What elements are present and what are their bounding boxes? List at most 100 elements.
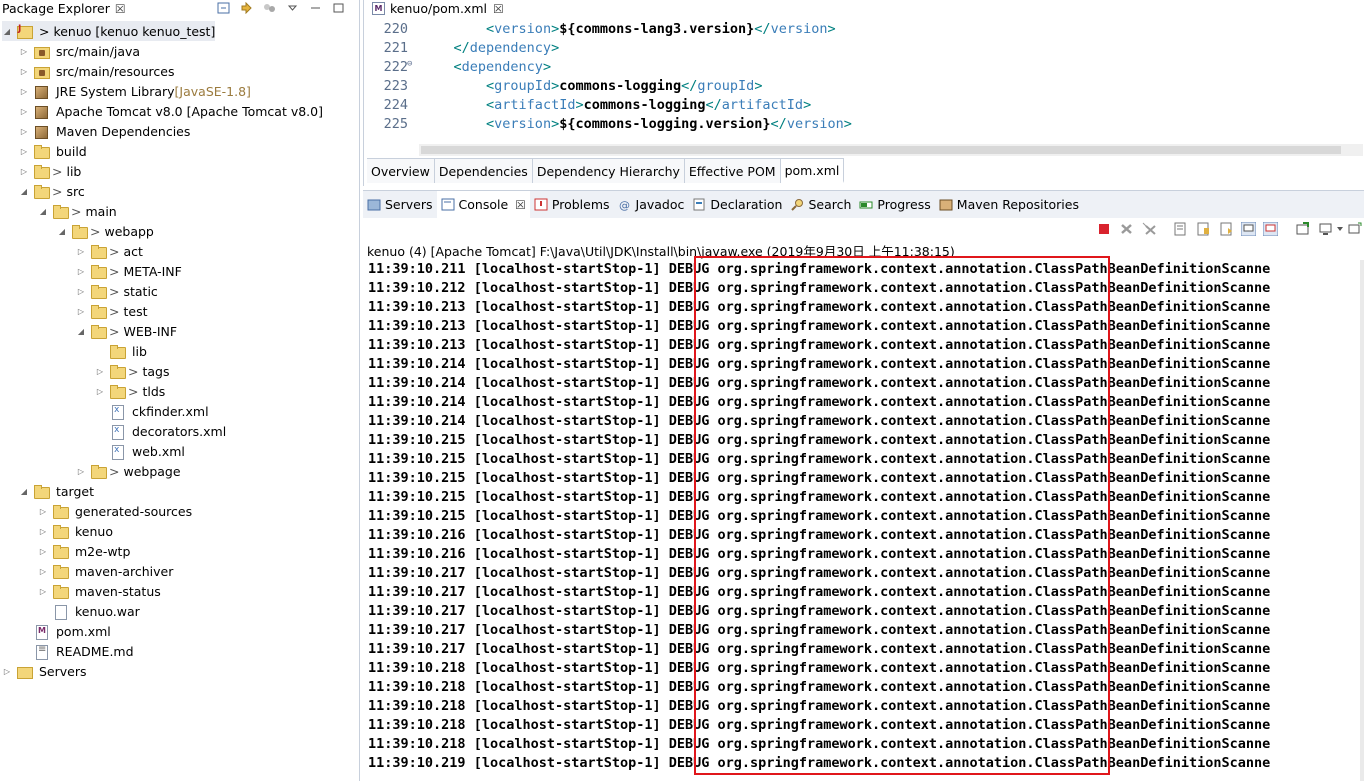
tab-maven-repositories[interactable]: Maven Repositories [935, 191, 1083, 218]
collapsed-arrow-icon[interactable]: ▷ [19, 47, 29, 56]
tree-item[interactable]: ckfinder.xml [95, 401, 209, 421]
tree-item[interactable]: README.md [19, 641, 134, 661]
terminate-icon[interactable] [1097, 222, 1112, 236]
tree-item[interactable]: ◢ > main [38, 201, 117, 221]
tree-item[interactable]: ▷ src/main/resources [19, 61, 174, 81]
tree-item[interactable]: ▷ Apache Tomcat v8.0 [Apache Tomcat v8.0] [19, 101, 323, 121]
word-wrap-icon[interactable] [1219, 222, 1234, 236]
tree-item[interactable]: ▷ > act [76, 241, 143, 261]
tree-item[interactable]: ▷ m2e-wtp [38, 541, 130, 561]
collapsed-arrow-icon[interactable]: ▷ [2, 667, 12, 676]
maximize-icon[interactable] [332, 2, 345, 14]
remove-all-terminated-icon[interactable] [1142, 222, 1157, 236]
collapsed-arrow-icon[interactable]: ▷ [38, 507, 48, 516]
collapsed-arrow-icon[interactable]: ▷ [19, 127, 29, 136]
editor-tab-pom-xml[interactable]: M kenuo/pom.xml ☒ [368, 0, 508, 17]
tree-item[interactable]: ▷ maven-archiver [38, 561, 173, 581]
vertical-scrollbar[interactable] [1360, 260, 1364, 781]
tree-item[interactable]: ▷ build [19, 141, 87, 161]
collapsed-arrow-icon[interactable]: ▷ [38, 587, 48, 596]
collapsed-arrow-icon[interactable]: ▷ [95, 387, 105, 396]
expanded-arrow-icon[interactable]: ◢ [76, 327, 86, 336]
clear-console-icon[interactable] [1173, 222, 1188, 236]
open-console-icon[interactable] [1348, 222, 1362, 236]
collapsed-arrow-icon[interactable]: ▷ [19, 87, 29, 96]
tree-item[interactable]: ▷ > tlds [95, 381, 165, 401]
console-output[interactable]: 11:39:10.211 [localhost-startStop-1] DEB… [363, 260, 1364, 781]
pom-page-tab[interactable]: Effective POM [684, 159, 781, 183]
code-area[interactable]: 220 <version>${commons-lang3.version}</v… [364, 20, 1364, 145]
collapsed-arrow-icon[interactable]: ▷ [19, 147, 29, 156]
collapsed-arrow-icon[interactable]: ▷ [76, 267, 86, 276]
show-console-on-stdout-icon[interactable] [1241, 222, 1256, 236]
chevron-down-icon[interactable] [1336, 222, 1344, 236]
tree-item[interactable]: ◢ > WEB-INF [76, 321, 177, 341]
collapse-all-icon[interactable] [217, 2, 230, 14]
tree-item[interactable]: ▷ > webpage [76, 461, 181, 481]
tab-servers[interactable]: Servers [363, 191, 437, 218]
tree-item[interactable]: ▷ src/main/java [19, 41, 140, 61]
package-explorer-tab-label[interactable]: Package Explorer [2, 1, 110, 16]
tab-console[interactable]: Console ☒ [436, 191, 530, 218]
collapsed-arrow-icon[interactable]: ▷ [76, 247, 86, 256]
tree-item[interactable]: ▷ maven-status [38, 581, 161, 601]
tree-item[interactable]: ◢ > webapp [57, 221, 154, 241]
expanded-arrow-icon[interactable]: ◢ [19, 487, 29, 496]
pom-page-tab[interactable]: Dependencies [434, 159, 533, 183]
view-menu-icon[interactable] [286, 2, 299, 14]
tree-item[interactable]: ▷ JRE System Library [JavaSE-1.8] [19, 81, 251, 101]
close-icon[interactable]: ☒ [493, 2, 504, 16]
expanded-arrow-icon[interactable]: ◢ [57, 227, 67, 236]
collapsed-arrow-icon[interactable]: ▷ [19, 67, 29, 76]
collapsed-arrow-icon[interactable]: ▷ [19, 167, 29, 176]
expanded-arrow-icon[interactable]: ◢ [38, 207, 48, 216]
tree-item[interactable]: ▷ > META-INF [76, 261, 182, 281]
tree-item[interactable]: web.xml [95, 441, 185, 461]
tree-item[interactable]: ▷ kenuo [38, 521, 113, 541]
tree-item[interactable]: ◢ > kenuo [kenuo kenuo_test] [2, 21, 216, 41]
horizontal-scrollbar[interactable] [419, 144, 1363, 156]
expanded-arrow-icon[interactable]: ◢ [2, 27, 12, 36]
scrollbar-thumb[interactable] [421, 146, 1341, 154]
collapsed-arrow-icon[interactable]: ▷ [76, 307, 86, 316]
tree-item[interactable]: ◢ target [19, 481, 94, 501]
tree-item[interactable]: kenuo.war [38, 601, 140, 621]
pom-page-tab[interactable]: Dependency Hierarchy [532, 159, 685, 183]
collapsed-arrow-icon[interactable]: ▷ [38, 567, 48, 576]
collapsed-arrow-icon[interactable]: ▷ [38, 527, 48, 536]
show-console-on-stderr-icon[interactable] [1263, 222, 1278, 236]
collapsed-arrow-icon[interactable]: ▷ [19, 107, 29, 116]
tree-item[interactable]: ▷ Maven Dependencies [19, 121, 190, 141]
collapsed-arrow-icon[interactable]: ▷ [38, 547, 48, 556]
tree-item[interactable]: ▷ generated-sources [38, 501, 192, 521]
expanded-arrow-icon[interactable]: ◢ [19, 187, 29, 196]
tree-item[interactable]: ▷ > tags [95, 361, 170, 381]
focus-icon[interactable] [263, 2, 276, 14]
pom-page-tab[interactable]: pom.xml [780, 159, 845, 183]
tree-item[interactable]: ▷ > test [76, 301, 148, 321]
close-icon[interactable]: ☒ [115, 2, 126, 16]
collapsed-arrow-icon[interactable]: ▷ [76, 287, 86, 296]
tree-item[interactable]: ▷ > static [76, 281, 158, 301]
tab-javadoc[interactable]: @ Javadoc [614, 191, 689, 218]
fold-toggle-icon[interactable]: ⊖ [407, 59, 412, 69]
tab-search[interactable]: Search [786, 191, 855, 218]
pin-console-icon[interactable] [1295, 222, 1310, 236]
pom-page-tab[interactable]: Overview [367, 159, 435, 183]
display-selected-console-icon[interactable] [1318, 222, 1333, 236]
scroll-lock-icon[interactable] [1196, 222, 1211, 236]
tree-item[interactable]: ▷ > lib [19, 161, 81, 181]
tree-item[interactable]: decorators.xml [95, 421, 226, 441]
collapsed-arrow-icon[interactable]: ▷ [95, 367, 105, 376]
tab-progress[interactable]: Progress [855, 191, 934, 218]
link-with-editor-icon[interactable] [240, 1, 253, 14]
minimize-icon[interactable] [309, 2, 322, 14]
remove-launch-icon[interactable] [1119, 222, 1134, 236]
close-icon[interactable]: ☒ [515, 198, 526, 212]
tree-item[interactable]: ◢ > src [19, 181, 85, 201]
tree-item[interactable]: lib [95, 341, 147, 361]
tree-item[interactable]: pom.xml [19, 621, 111, 641]
tab-declaration[interactable]: Declaration [688, 191, 786, 218]
collapsed-arrow-icon[interactable]: ▷ [76, 467, 86, 476]
tree-item[interactable]: ▷ Servers [2, 661, 87, 681]
